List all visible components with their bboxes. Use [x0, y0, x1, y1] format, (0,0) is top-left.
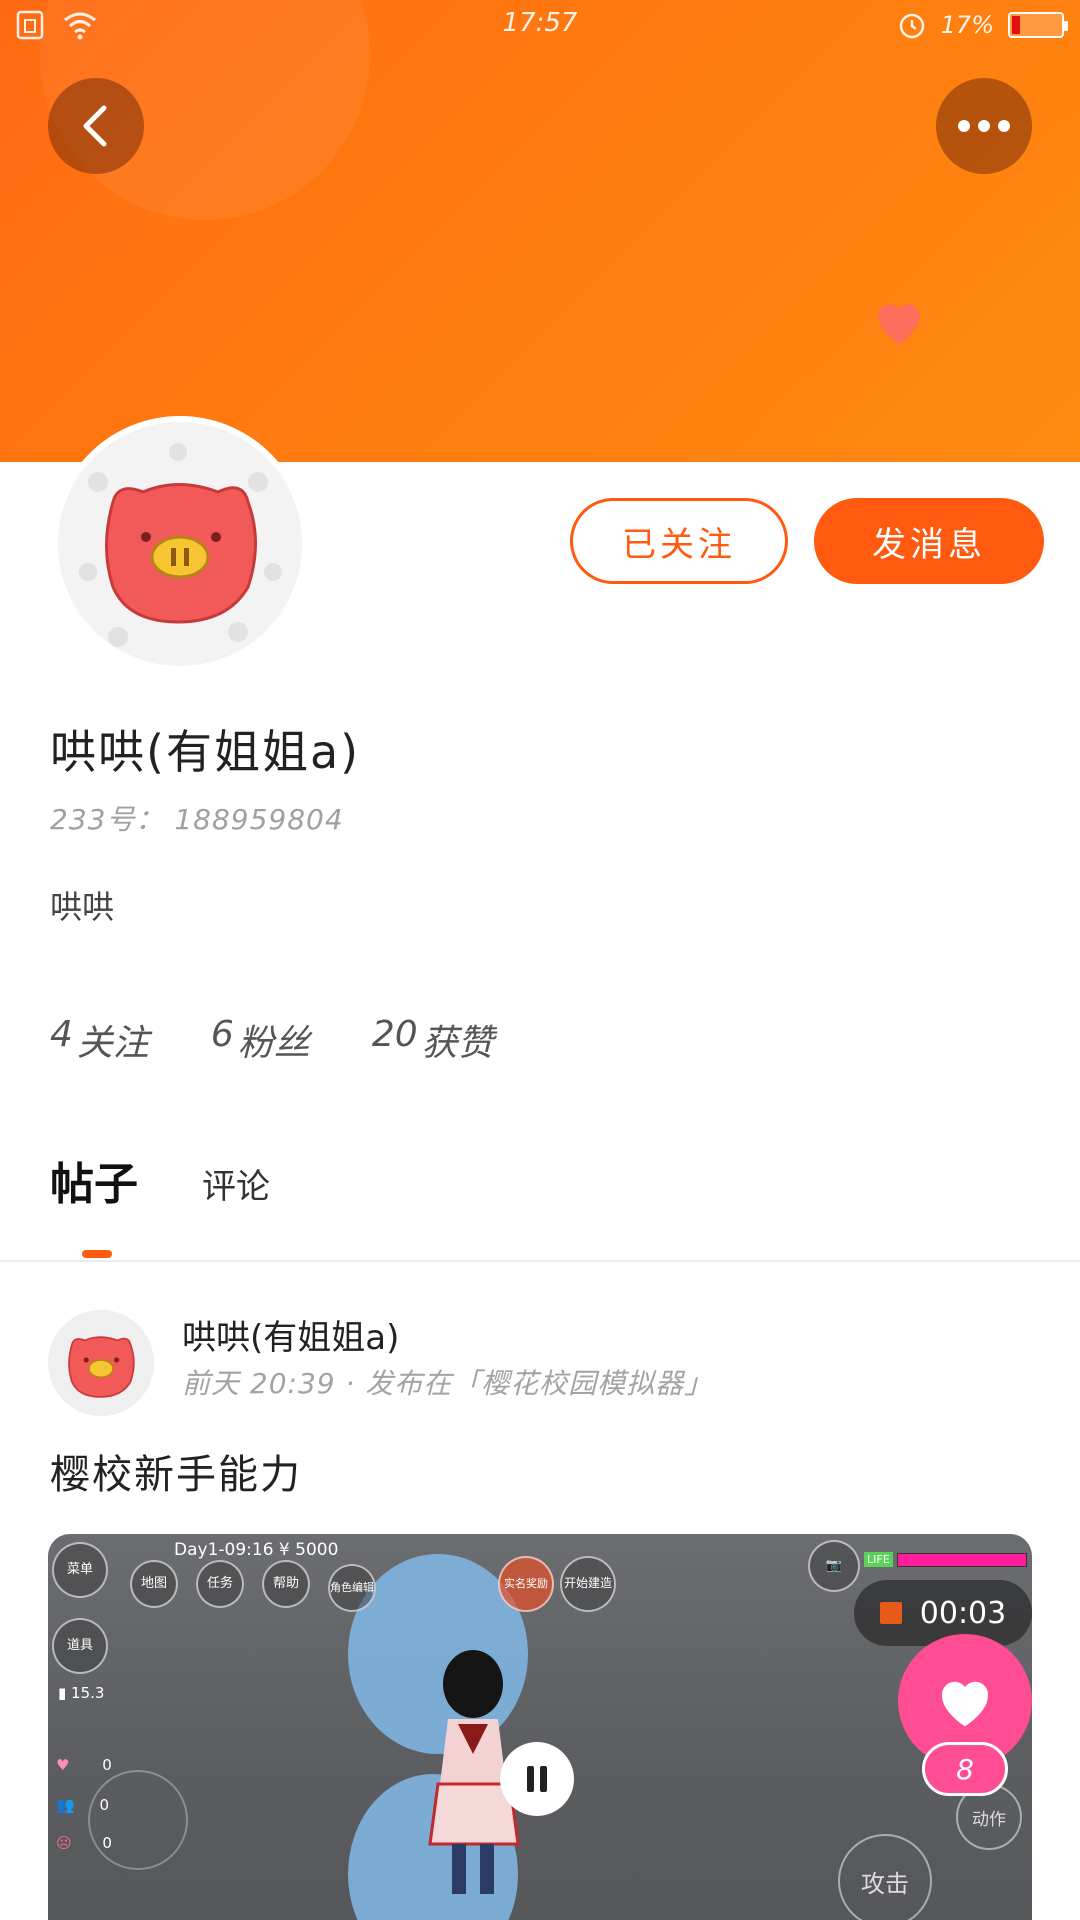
profile-banner	[0, 0, 1080, 462]
recording-indicator: 00:03	[854, 1580, 1032, 1646]
game-angry-icon: ☹	[56, 1834, 72, 1852]
following-stat[interactable]: 4 关注	[50, 1014, 149, 1066]
profile-id: 233号： 188959804	[50, 798, 344, 838]
tab-comments[interactable]: 评论	[202, 1159, 270, 1212]
fans-label: 粉丝	[237, 1023, 310, 1064]
send-message-button[interactable]: 发消息	[814, 498, 1044, 584]
more-button[interactable]	[936, 78, 1032, 174]
following-count: 4	[50, 1014, 73, 1055]
game-items-button: 道具	[52, 1618, 108, 1674]
followed-button[interactable]: 已关注	[570, 498, 788, 584]
game-money-value: 15.3	[71, 1684, 105, 1702]
pig-avatar-small-icon	[48, 1310, 154, 1416]
recording-time: 00:03	[919, 1595, 1007, 1631]
profile-tabs: 帖子 评论	[50, 1148, 270, 1212]
profile-id-value: 188959804	[174, 803, 344, 836]
game-reward-button: 实名奖励	[498, 1556, 554, 1612]
game-build-label: 开始建造	[563, 1576, 612, 1591]
heart-decoration-icon	[878, 304, 920, 345]
pig-avatar-icon	[58, 422, 302, 666]
profile-username: 哄哄(有姐姐a)	[50, 725, 361, 779]
game-heart-value: 0	[102, 1756, 112, 1774]
game-menu-label: 菜单	[66, 1561, 93, 1577]
game-map-label: 地图	[140, 1575, 167, 1591]
like-count: 8	[922, 1742, 1008, 1796]
game-task-button: 任务	[196, 1560, 244, 1608]
alarm-icon	[899, 13, 924, 39]
fans-count: 6	[210, 1014, 234, 1055]
game-menu-button: 菜单	[52, 1542, 108, 1598]
post-video[interactable]: Day1-09:16 ¥ 5000 菜单 地图 任务 帮助 角色编辑 实名奖励 …	[48, 1534, 1032, 1920]
heart-icon	[942, 1681, 988, 1727]
game-map-button: 地图	[130, 1560, 178, 1608]
tabs-divider	[0, 1260, 1080, 1262]
fans-stat[interactable]: 6 粉丝	[211, 1014, 310, 1066]
game-help-button: 帮助	[262, 1560, 310, 1608]
profile-bio: 哄哄	[50, 888, 115, 926]
game-reward-label: 实名奖励	[504, 1576, 548, 1590]
likes-label: 获赞	[421, 1023, 494, 1064]
game-action-label: 动作	[972, 1809, 1006, 1830]
profile-id-label: 233号：	[50, 803, 165, 836]
game-money: ▮ 15.3	[58, 1684, 104, 1702]
record-stop-icon	[879, 1602, 902, 1624]
game-role-button: 角色编辑	[328, 1564, 376, 1612]
game-heart-stat: ♥ 0	[56, 1756, 112, 1774]
life-tag: LIFE	[864, 1552, 893, 1567]
post-author-name[interactable]: 哄哄(有姐姐a)	[182, 1310, 399, 1359]
game-task-label: 任务	[206, 1575, 233, 1591]
battery-percent: 17%	[940, 11, 994, 39]
game-money-icon: ▮	[58, 1684, 67, 1702]
game-people-icon: 👥	[56, 1796, 75, 1814]
battery-icon	[1008, 12, 1068, 38]
post-title[interactable]: 樱校新手能力	[50, 1442, 302, 1500]
post-meta: 前天 20:39 · 发布在「樱花校园模拟器」	[182, 1367, 714, 1400]
tab-indicator	[82, 1250, 112, 1258]
chevron-left-icon	[83, 105, 107, 147]
status-bar: 17:57 17%	[0, 0, 1080, 52]
game-status-text: Day1-09:16 ¥ 5000	[174, 1540, 339, 1560]
game-life-bar: LIFE	[864, 1552, 1027, 1567]
profile-stats: 4 关注 6 粉丝 20 获赞	[50, 1014, 494, 1066]
game-attack-label: 攻击	[861, 1869, 909, 1898]
following-label: 关注	[76, 1023, 149, 1064]
game-camera-icon: 📷	[808, 1540, 860, 1592]
game-joystick	[88, 1770, 188, 1870]
post-author-avatar[interactable]	[48, 1310, 154, 1416]
tab-posts[interactable]: 帖子	[50, 1148, 138, 1212]
video-pause-button[interactable]	[500, 1742, 574, 1816]
more-dots-icon	[958, 120, 1010, 132]
game-heart-icon: ♥	[56, 1756, 70, 1774]
back-button[interactable]	[48, 78, 144, 174]
game-items-label: 道具	[66, 1637, 93, 1653]
likes-stat[interactable]: 20 获赞	[372, 1014, 494, 1066]
game-attack-button: 攻击	[838, 1834, 932, 1920]
game-role-label: 角色编辑	[330, 1580, 374, 1594]
game-help-label: 帮助	[272, 1575, 299, 1591]
likes-count: 20	[371, 1014, 418, 1055]
game-build-button: 开始建造	[560, 1556, 616, 1612]
profile-avatar[interactable]	[52, 416, 308, 672]
life-bar-fill	[896, 1552, 1027, 1567]
